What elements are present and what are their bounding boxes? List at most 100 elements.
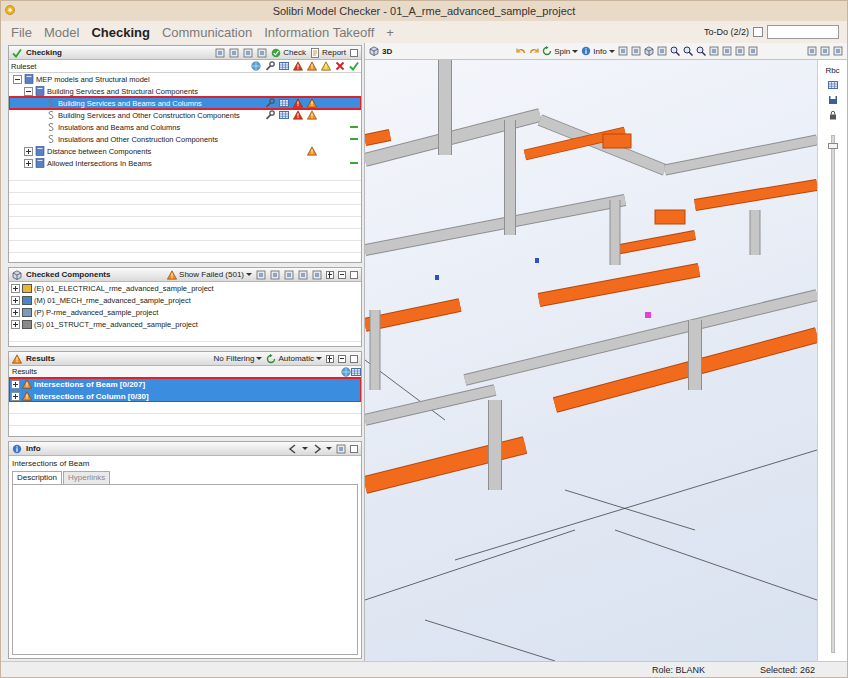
spin-dropdown[interactable]: Spin (542, 46, 578, 56)
save-icon[interactable] (229, 48, 239, 58)
wrench-column-icon[interactable] (265, 61, 275, 71)
layer-icon[interactable] (735, 46, 745, 56)
maximize-button[interactable] (350, 271, 358, 279)
tree-icon[interactable] (256, 270, 266, 280)
ruleset-row[interactable]: Insulations and Beams and Columns (9, 121, 361, 133)
info-tab[interactable]: Description (12, 471, 62, 484)
maximize-button[interactable] (350, 445, 358, 453)
expand-toggle[interactable] (24, 87, 33, 96)
search-field[interactable] (767, 25, 839, 39)
report-button[interactable]: Report (310, 48, 346, 58)
ruleset-row[interactable]: Building Services and Beams and Columns (9, 97, 361, 109)
folder-icon[interactable] (257, 48, 267, 58)
zoom-icon[interactable] (670, 46, 680, 56)
expand-toggle[interactable] (24, 159, 33, 168)
reject-column-icon[interactable] (335, 61, 345, 71)
box-icon[interactable] (631, 46, 641, 56)
component-row[interactable]: (E) 01_ELECTRICAL_rme_advanced_sample_pr… (9, 282, 361, 294)
color-icon[interactable] (312, 270, 322, 280)
description-box (12, 484, 358, 655)
undo-icon[interactable] (516, 46, 526, 56)
hand-icon[interactable] (657, 46, 667, 56)
cube-icon[interactable] (644, 46, 654, 56)
filter-icon[interactable] (298, 270, 308, 280)
component-row[interactable]: (M) 01_MECH_rme_advanced_sample_project (9, 294, 361, 306)
components-icon (12, 270, 22, 280)
slider-handle[interactable] (828, 143, 838, 149)
ruleset-row[interactable]: MEP models and Structural model (9, 73, 361, 85)
pass-column-icon[interactable] (349, 61, 359, 71)
critical-column-icon[interactable] (293, 61, 303, 71)
warning-column-icon[interactable] (307, 61, 317, 71)
grid-icon[interactable] (828, 80, 838, 90)
back-icon[interactable] (288, 444, 298, 454)
menu-item[interactable]: Model (44, 25, 79, 40)
info-tab[interactable]: Hyperlinks (63, 471, 110, 484)
filter-dropdown[interactable]: No Filtering (214, 354, 263, 363)
menu-item[interactable]: Checking (91, 25, 150, 40)
menu-item[interactable]: Communication (162, 25, 252, 40)
window-icon[interactable] (833, 46, 843, 56)
todo-checkbox[interactable] (753, 27, 763, 37)
ruleset-row[interactable]: Allowed Intersections In Beams (9, 157, 361, 169)
ruleset-row[interactable]: Building Services and Structural Compone… (9, 85, 361, 97)
role-label: Role: BLANK (652, 665, 705, 675)
tool-icon[interactable] (748, 46, 758, 56)
zoom-icon[interactable] (696, 46, 706, 56)
save-icon[interactable] (828, 95, 838, 105)
maximize-button[interactable] (350, 355, 358, 363)
view-tab[interactable]: 3D (382, 47, 392, 56)
maximize-button[interactable] (350, 49, 358, 57)
expand-toggle[interactable] (13, 75, 22, 84)
table-icon[interactable] (351, 367, 361, 377)
expand-toggle[interactable] (11, 392, 20, 401)
link-icon[interactable] (336, 444, 346, 454)
expand-toggle[interactable] (11, 380, 20, 389)
collapse-all-button[interactable] (338, 355, 346, 363)
check-button[interactable]: Check (271, 48, 306, 58)
window-icon[interactable] (807, 46, 817, 56)
menu-item[interactable]: File (11, 25, 32, 40)
expand-toggle[interactable] (11, 284, 20, 293)
mode-dropdown[interactable]: Automatic (266, 354, 322, 364)
window-icon[interactable] (820, 46, 830, 56)
ruleset-row[interactable]: Insulations and Other Construction Compo… (9, 133, 361, 145)
expand-toggle[interactable] (11, 296, 20, 305)
zoom-icon[interactable] (683, 46, 693, 56)
filter-dropdown[interactable]: Show Failed (501) (167, 270, 252, 280)
result-row[interactable]: Intersections of Column [0/30] (9, 390, 361, 402)
menu-item[interactable]: + (386, 25, 394, 40)
close-icon[interactable] (243, 48, 253, 58)
fit-icon[interactable] (709, 46, 719, 56)
expand-toggle[interactable] (11, 320, 20, 329)
expand-all-button[interactable] (326, 271, 334, 279)
cut-icon[interactable] (722, 46, 732, 56)
component-row[interactable]: (P) P-rme_advanced_sample_project (9, 306, 361, 318)
expand-toggle[interactable] (24, 147, 33, 156)
redo-icon[interactable] (529, 46, 539, 56)
todo-label[interactable]: To-Do (2/2) (704, 27, 749, 37)
filter-label: No Filtering (214, 354, 255, 363)
ruleset-row[interactable]: Distance between Components (9, 145, 361, 157)
table-column-icon[interactable] (279, 61, 289, 71)
side-label[interactable]: Rbc (825, 66, 839, 75)
menu-item[interactable]: Information Takeoff (264, 25, 374, 40)
result-row[interactable]: Intersections of Beam [0/207] (9, 378, 361, 390)
lock-icon[interactable] (828, 110, 838, 120)
globe-column-icon[interactable] (251, 61, 261, 71)
expand-all-button[interactable] (326, 355, 334, 363)
sort-icon[interactable] (284, 270, 294, 280)
open-icon[interactable] (215, 48, 225, 58)
ruleset-row[interactable]: Building Services and Other Construction… (9, 109, 361, 121)
component-row[interactable]: (S) 01_STRUCT_rme_advanced_sample_projec… (9, 318, 361, 330)
warning-icon (22, 391, 32, 401)
box-icon[interactable] (618, 46, 628, 56)
zoom-slider[interactable] (831, 135, 835, 653)
collapse-all-button[interactable] (338, 271, 346, 279)
list-icon[interactable] (270, 270, 280, 280)
forward-icon[interactable] (312, 444, 322, 454)
globe-icon[interactable] (341, 367, 351, 377)
info-dropdown[interactable]: Info (581, 46, 614, 56)
minor-column-icon[interactable] (321, 61, 331, 71)
expand-toggle[interactable] (11, 308, 20, 317)
